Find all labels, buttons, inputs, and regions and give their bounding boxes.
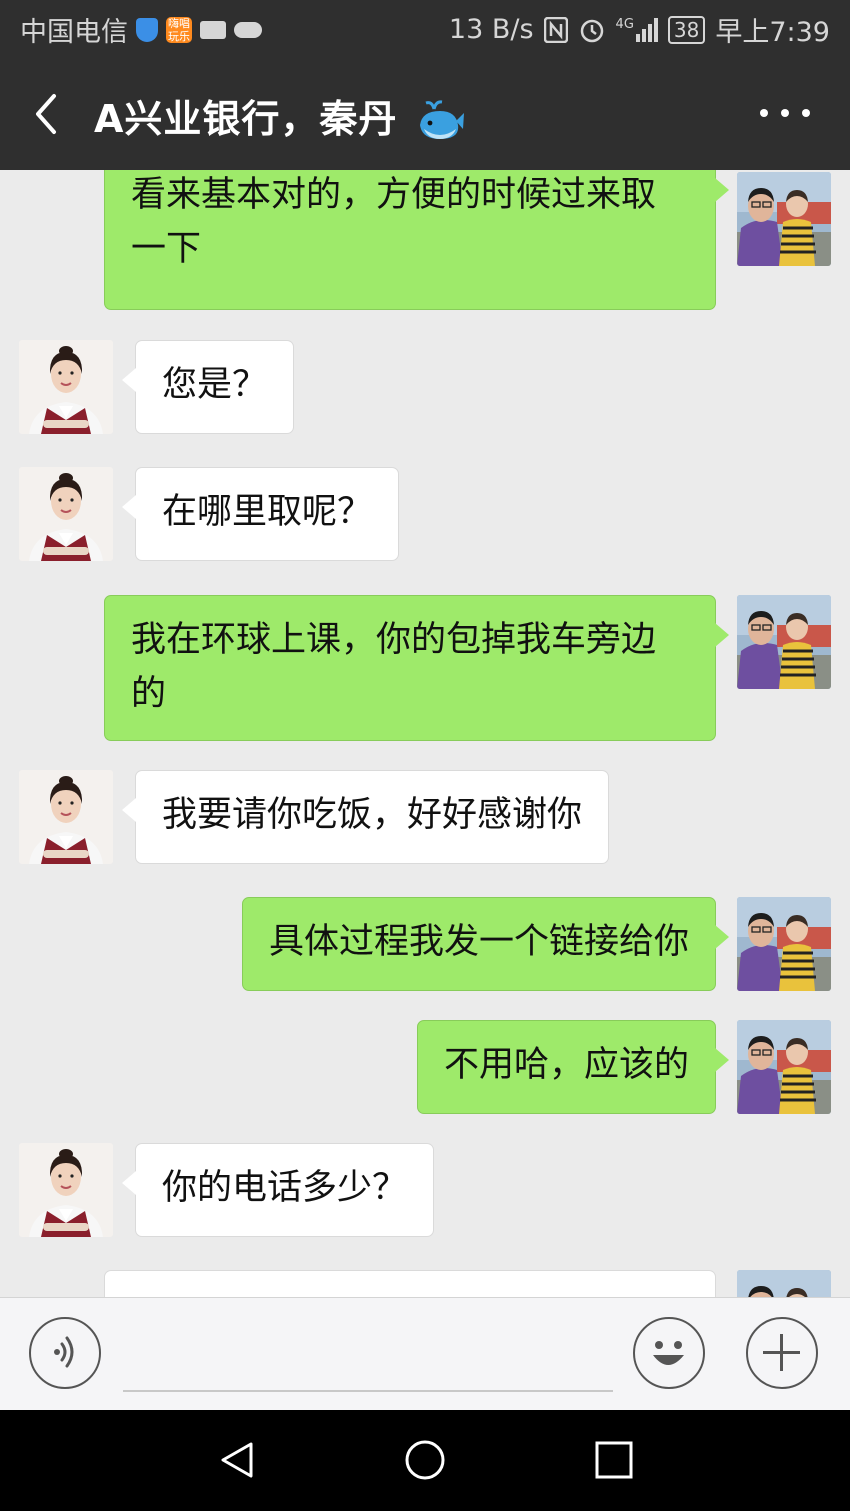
my-avatar[interactable] <box>737 595 831 689</box>
message-bubble-sent[interactable]: 不用哈，应该的 <box>416 1020 730 1114</box>
shield-icon <box>136 17 158 42</box>
message-text: 在哪里取呢？ <box>162 492 373 532</box>
chat-messages[interactable]: 看来基本对的，方便的时候过来取一下 您是？ 在哪里取呢？ 我在环球上课，你的包掉… <box>0 170 850 1297</box>
message-text: 不用哈，应该的 <box>443 1045 689 1085</box>
message-bubble-received[interactable]: 在哪里取呢？ <box>121 467 400 561</box>
message-bubble-sent[interactable]: 我在环球上课，你的包掉我车旁边的 <box>104 595 729 741</box>
emoji-icon[interactable] <box>633 1317 705 1389</box>
message-bubble-received[interactable]: 您是？ <box>121 340 295 434</box>
contact-avatar[interactable] <box>19 770 113 864</box>
battery-icon: 38 <box>667 15 706 44</box>
voice-icon[interactable] <box>29 1317 101 1389</box>
whale-emoji-icon <box>419 99 464 139</box>
message-bubble-sent[interactable]: 看来基本对的，方便的时候过来取一下 <box>104 170 729 310</box>
signal-type: 4G <box>615 16 634 32</box>
nav-back-icon[interactable] <box>215 1438 259 1482</box>
back-icon[interactable] <box>24 86 74 142</box>
nfc-icon <box>543 16 568 43</box>
input-bar <box>0 1297 850 1411</box>
message-input[interactable] <box>123 1390 613 1392</box>
message-text: 我在环球上课，你的包掉我车旁边的 <box>131 620 657 714</box>
message-text: 你的电话多少？ <box>162 1168 408 1208</box>
net-speed: 13 B/s <box>448 14 534 45</box>
message-text: 我要请你吃饭，好好感谢你 <box>162 795 583 835</box>
chat-title-text: A兴业银行，秦丹 <box>94 97 398 141</box>
system-nav-bar <box>0 1410 850 1511</box>
chat-header: A兴业银行，秦丹 <box>0 58 850 170</box>
nav-home-icon[interactable] <box>403 1438 447 1482</box>
message-bubble-partial[interactable] <box>104 1270 716 1297</box>
carrier-label: 中国电信 <box>20 17 128 48</box>
clock: 早上7:39 <box>715 17 830 48</box>
contact-avatar[interactable] <box>19 340 113 434</box>
chat-title: A兴业银行，秦丹 <box>94 88 466 145</box>
contact-avatar[interactable] <box>19 1143 113 1237</box>
message-text: 您是？ <box>162 365 268 405</box>
my-avatar[interactable] <box>737 1020 831 1114</box>
my-avatar[interactable] <box>737 172 831 266</box>
contact-avatar[interactable] <box>19 467 113 561</box>
briefcase-icon <box>200 20 226 39</box>
battery-level: 38 <box>673 17 700 42</box>
message-bubble-received[interactable]: 你的电话多少？ <box>121 1143 435 1237</box>
game-app-icon: 嗨唱玩乐 <box>166 16 192 43</box>
message-bubble-sent[interactable]: 具体过程我发一个链接给你 <box>241 897 730 991</box>
my-avatar[interactable] <box>737 897 831 991</box>
plus-icon[interactable] <box>746 1317 818 1389</box>
signal-icon: 4G <box>615 16 658 42</box>
more-icon[interactable] <box>760 98 810 128</box>
alarm-icon <box>580 19 603 42</box>
cloud-icon <box>234 21 262 38</box>
message-bubble-received[interactable]: 我要请你吃饭，好好感谢你 <box>121 770 610 864</box>
status-bar: 中国电信 嗨唱玩乐 13 B/s 4G 38 早上7:39 <box>0 0 850 58</box>
message-text: 看来基本对的，方便的时候过来取一下 <box>131 175 657 269</box>
nav-recents-icon[interactable] <box>592 1438 636 1482</box>
my-avatar[interactable] <box>737 1270 831 1297</box>
message-text: 具体过程我发一个链接给你 <box>268 922 689 962</box>
